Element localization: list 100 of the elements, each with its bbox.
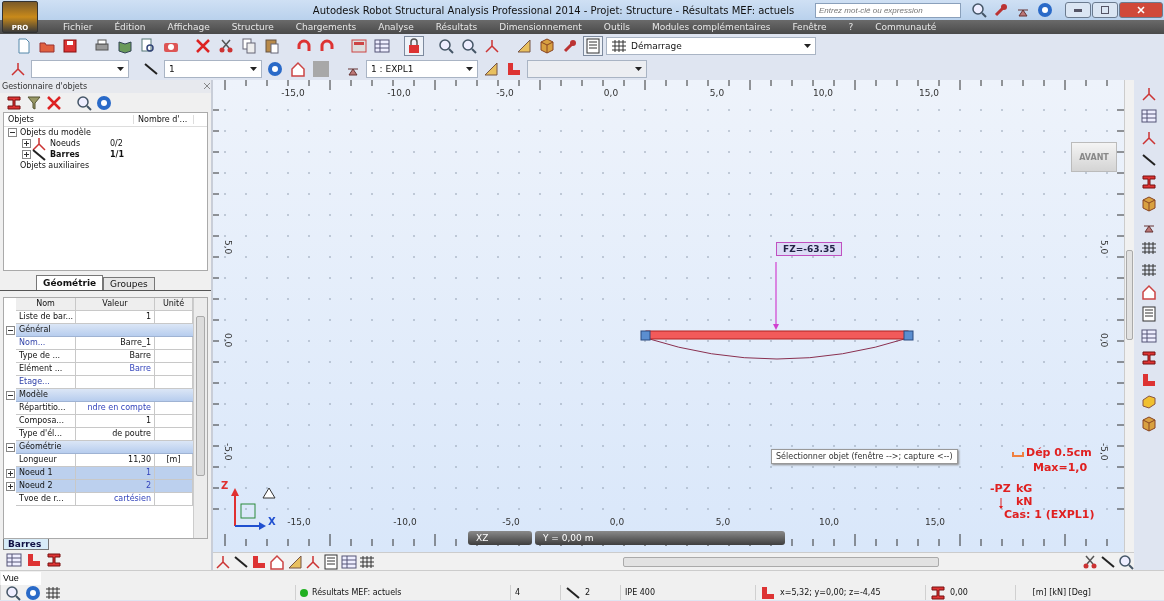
node-marker[interactable] [640,330,651,341]
load-case-select[interactable]: 1 : EXPL1 [366,60,478,78]
i-beam-icon[interactable] [1141,350,1157,366]
table-icon[interactable] [341,553,357,570]
bar-icon[interactable] [233,553,249,570]
zoom-icon[interactable] [5,584,21,601]
expand-icon[interactable] [22,150,31,160]
scissors-icon[interactable] [218,38,234,54]
menu-item[interactable]: Chargements [284,22,368,32]
bar-icon[interactable] [143,61,159,77]
caret-icon[interactable] [466,67,473,71]
delete-icon[interactable] [46,94,62,111]
printer-icon[interactable] [94,38,110,54]
caret-icon[interactable] [635,67,642,71]
panel-icon[interactable] [323,553,339,570]
cube-icon[interactable] [1141,416,1157,432]
wrench-icon[interactable] [562,38,578,54]
table-icon[interactable] [1141,108,1157,124]
menu-item[interactable]: Analyse [367,22,425,32]
cube-icon[interactable] [1141,196,1157,212]
zoom-icon[interactable] [76,94,92,111]
property-value[interactable]: 1 [76,415,155,429]
house-icon[interactable] [290,61,306,77]
angle-icon[interactable] [251,553,267,570]
redo-icon[interactable] [319,38,335,54]
document-icon[interactable] [16,38,32,54]
table-icon[interactable] [1141,328,1157,344]
expand-icon[interactable] [5,482,15,492]
caret-icon[interactable] [250,67,257,71]
node-icon[interactable] [1141,130,1157,146]
caret-icon[interactable] [117,67,124,71]
menu-item[interactable]: Modules complémentaires [640,22,782,32]
bar-icon[interactable] [1141,152,1157,168]
save-icon[interactable] [62,38,78,54]
expand-icon[interactable] [5,469,15,479]
caret-icon[interactable] [804,44,811,48]
tab[interactable]: Géométrie [36,275,104,291]
tree-label[interactable]: Barres [50,150,110,160]
table-icon[interactable] [374,38,390,54]
help-icon[interactable] [96,94,112,111]
filter-icon[interactable] [26,94,42,111]
close-icon[interactable] [203,82,211,91]
i-beam-icon[interactable] [1141,174,1157,190]
color-swatch[interactable] [313,61,329,77]
zoom-icon[interactable] [438,38,454,54]
property-value[interactable]: ndre en compte [76,402,155,416]
tree-label[interactable]: Noeuds [50,139,110,149]
property-value[interactable]: de poutre [76,428,155,442]
up-arrow-icon[interactable] [262,487,276,499]
tree-label[interactable]: Objets auxiliaires [20,161,130,171]
node-icon[interactable] [215,553,231,570]
i-beam-icon[interactable] [6,94,22,111]
maximize-button[interactable] [1092,2,1118,18]
panel-button[interactable] [583,36,603,56]
node-icon[interactable] [1141,86,1157,102]
property-value[interactable]: 2 [76,480,155,494]
help-icon[interactable] [25,584,41,601]
house-icon[interactable] [1141,284,1157,300]
house-icon[interactable] [269,553,285,570]
table-icon[interactable] [6,552,22,569]
column-header[interactable]: Objets [4,115,134,125]
node-icon[interactable] [305,553,321,570]
property-value[interactable]: 1 [76,467,155,481]
collapse-icon[interactable] [5,443,15,453]
search-field[interactable]: Entrez mot-clé ou expression [815,2,961,18]
scrollbar[interactable] [193,298,207,538]
plane-label[interactable]: XZ [468,531,532,545]
undo-icon[interactable] [296,38,312,54]
node-icon[interactable] [10,61,26,77]
zoom-icon[interactable] [1118,553,1134,570]
minimize-button[interactable] [1065,2,1091,18]
section-header[interactable]: Géométrie [16,441,193,455]
menu-item[interactable]: Dimensionnement [488,22,593,32]
property-value[interactable]: Barre [76,363,155,377]
lock-button[interactable] [404,36,424,56]
zoom-icon[interactable] [461,38,477,54]
collapse-icon[interactable] [8,128,17,138]
collapse-icon[interactable] [5,391,15,401]
book-icon[interactable] [117,38,133,54]
node-icon[interactable] [484,38,500,54]
menu-item[interactable]: Outils [592,22,641,32]
i-beam-icon[interactable] [46,552,62,569]
section-header[interactable]: Modèle [16,389,193,403]
help-icon[interactable] [267,61,283,77]
menu-item[interactable]: Fenêtre [781,22,838,32]
property-value[interactable]: Barre [76,350,155,364]
tree-label[interactable]: Objets du modèle [20,128,130,138]
angle-icon[interactable] [1141,372,1157,388]
close-button[interactable] [1119,2,1163,18]
menu-item[interactable]: Résultats [424,22,489,32]
grid-icon[interactable] [359,553,375,570]
block-icon[interactable] [1141,394,1157,410]
menu-item[interactable]: Affichage [156,22,221,32]
collapse-icon[interactable] [5,326,15,336]
panel-icon[interactable] [1141,306,1157,322]
grid-icon[interactable] [1141,262,1157,278]
menu-item[interactable]: ? [837,22,865,32]
property-value[interactable]: cartésien [76,493,155,507]
plane-position-label[interactable]: Y = 0,00 m [535,531,785,545]
zoom-icon[interactable] [971,2,987,18]
